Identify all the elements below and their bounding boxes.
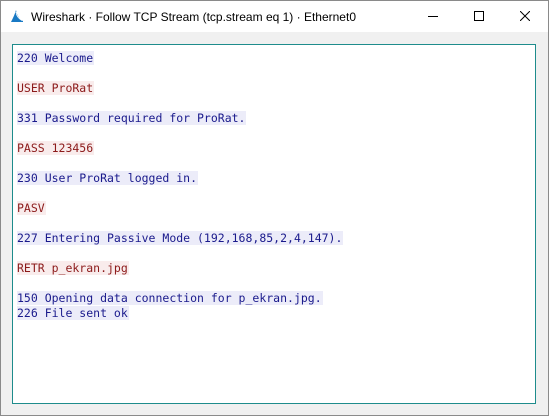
stream-line-text: 220 Welcome xyxy=(17,51,95,65)
stream-content-pane[interactable]: 220 Welcome USER ProRat 331 Password requi… xyxy=(12,44,536,404)
stream-blank-line xyxy=(17,186,535,201)
stream-blank-line xyxy=(17,96,535,111)
maximize-button[interactable] xyxy=(456,1,502,32)
wireshark-fin-icon xyxy=(9,8,25,24)
stream-blank-line xyxy=(17,156,535,171)
server-stream-line: 220 Welcome xyxy=(17,51,535,66)
server-stream-line: 331 Password required for ProRat. xyxy=(17,111,535,126)
stream-line-text: PASS 123456 xyxy=(17,141,95,155)
stream-line-text: 226 File sent ok xyxy=(17,306,129,320)
stream-blank-line xyxy=(17,126,535,141)
stream-line-text: 230 User ProRat logged in. xyxy=(17,171,199,185)
client-stream-line: RETR p_ekran.jpg xyxy=(17,261,535,276)
title-bar[interactable]: Wireshark · Follow TCP Stream (tcp.strea… xyxy=(1,1,548,32)
window-title: Wireshark · Follow TCP Stream (tcp.strea… xyxy=(31,10,356,24)
stream-blank-line xyxy=(17,276,535,291)
stream-blank-line xyxy=(17,66,535,81)
server-stream-line: 150 Opening data connection for p_ekran.… xyxy=(17,291,535,306)
minimize-button[interactable] xyxy=(410,1,456,32)
client-stream-line: USER ProRat xyxy=(17,81,535,96)
server-stream-line: 227 Entering Passive Mode (192,168,85,2,… xyxy=(17,231,535,246)
client-stream-line: PASV xyxy=(17,201,535,216)
client-stream-line: PASS 123456 xyxy=(17,141,535,156)
stream-line-text: 150 Opening data connection for p_ekran.… xyxy=(17,291,323,305)
stream-line-text: 227 Entering Passive Mode (192,168,85,2,… xyxy=(17,231,344,245)
stream-line-text: USER ProRat xyxy=(17,81,95,95)
stream-line-text: 331 Password required for ProRat. xyxy=(17,111,247,125)
maximize-icon xyxy=(474,11,484,21)
follow-tcp-stream-window: Wireshark · Follow TCP Stream (tcp.strea… xyxy=(0,0,549,416)
stream-blank-line xyxy=(17,216,535,231)
close-button[interactable] xyxy=(502,1,548,32)
server-stream-line: 230 User ProRat logged in. xyxy=(17,171,535,186)
stream-blank-line xyxy=(17,246,535,261)
stream-line-text: PASV xyxy=(17,201,46,215)
stream-line-text: RETR p_ekran.jpg xyxy=(17,261,129,275)
minimize-icon xyxy=(428,16,438,17)
close-icon xyxy=(520,11,530,21)
stream-text[interactable]: 220 Welcome USER ProRat 331 Password requi… xyxy=(17,51,535,321)
server-stream-line: 226 File sent ok xyxy=(17,306,535,321)
